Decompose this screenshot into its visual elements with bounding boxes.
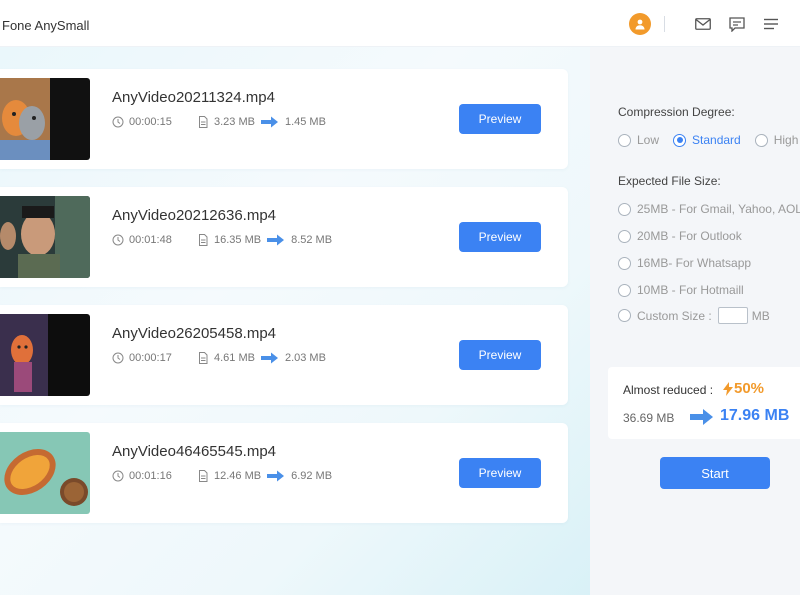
video-list: AnyVideo20211324.mp4 00:00:15 3.23 MB 1.… bbox=[0, 47, 590, 595]
bottom-edge bbox=[0, 595, 800, 600]
start-button[interactable]: Start bbox=[660, 457, 770, 489]
video-item: AnyVideo46465545.mp4 00:01:16 12.46 MB 6… bbox=[0, 423, 568, 523]
title-bar: Fone AnySmall bbox=[0, 0, 800, 47]
file-meta: 00:01:48 16.35 MB 8.52 MB bbox=[112, 234, 332, 246]
size-option[interactable]: 16MB- For Whatsapp bbox=[618, 256, 751, 270]
compressed-size: 6.92 MB bbox=[291, 470, 333, 482]
video-item: AnyVideo26205458.mp4 00:00:17 4.61 MB 2.… bbox=[0, 305, 568, 405]
clock-icon bbox=[112, 234, 124, 246]
reduced-percent: 50% bbox=[723, 380, 764, 397]
file-icon bbox=[197, 352, 209, 364]
preview-button[interactable]: Preview bbox=[459, 222, 541, 252]
file-icon bbox=[197, 116, 209, 128]
preview-button[interactable]: Preview bbox=[459, 104, 541, 134]
duration: 00:01:16 bbox=[129, 470, 172, 482]
file-name: AnyVideo20211324.mp4 bbox=[112, 89, 275, 106]
original-size: 4.61 MB bbox=[214, 352, 255, 364]
original-size: 3.23 MB bbox=[214, 116, 255, 128]
radio-icon bbox=[618, 256, 631, 270]
radio-checked-icon bbox=[673, 133, 687, 147]
radio-icon bbox=[618, 229, 631, 243]
file-meta: 00:00:15 3.23 MB 1.45 MB bbox=[112, 116, 326, 128]
clock-icon bbox=[112, 470, 124, 482]
clock-icon bbox=[112, 352, 124, 364]
avatar-icon[interactable] bbox=[629, 13, 651, 35]
radio-icon bbox=[618, 202, 631, 216]
file-meta: 00:00:17 4.61 MB 2.03 MB bbox=[112, 352, 326, 364]
expected-size-label: Expected File Size: bbox=[618, 174, 721, 188]
arrow-right-icon bbox=[260, 352, 279, 364]
video-item: AnyVideo20211324.mp4 00:00:15 3.23 MB 1.… bbox=[0, 69, 568, 169]
file-name: AnyVideo20212636.mp4 bbox=[112, 207, 277, 224]
degree-option-high[interactable]: High bbox=[754, 133, 798, 147]
size-option[interactable]: 20MB - For Outlook bbox=[618, 229, 742, 243]
file-meta: 00:01:16 12.46 MB 6.92 MB bbox=[112, 470, 332, 482]
preview-button[interactable]: Preview bbox=[459, 458, 541, 488]
duration: 00:00:15 bbox=[129, 116, 172, 128]
arrow-right-icon bbox=[267, 470, 285, 482]
original-size: 12.46 MB bbox=[214, 470, 262, 482]
video-thumbnail[interactable] bbox=[0, 78, 90, 160]
preview-button[interactable]: Preview bbox=[459, 340, 541, 370]
video-thumbnail[interactable] bbox=[0, 432, 90, 514]
compressed-size: 1.45 MB bbox=[284, 116, 326, 128]
video-thumbnail[interactable] bbox=[0, 314, 90, 396]
reduction-summary: Almost reduced : 50% 36.69 MB 17.96 MB bbox=[608, 367, 800, 439]
arrow-right-icon bbox=[267, 234, 285, 246]
arrow-right-icon bbox=[260, 116, 279, 128]
degree-option-low[interactable]: Low bbox=[618, 133, 659, 147]
app-title: Fone AnySmall bbox=[2, 18, 90, 33]
file-name: AnyVideo46465545.mp4 bbox=[112, 443, 277, 460]
feedback-icon[interactable] bbox=[728, 15, 746, 33]
lightning-icon bbox=[723, 381, 733, 396]
arrow-right-icon bbox=[690, 408, 714, 431]
custom-size-option[interactable]: Custom Size : MB bbox=[618, 307, 770, 324]
radio-icon bbox=[618, 309, 631, 322]
reduced-label: Almost reduced : bbox=[623, 383, 714, 397]
clock-icon bbox=[112, 116, 124, 128]
compressed-size: 8.52 MB bbox=[291, 234, 333, 246]
file-icon bbox=[197, 470, 209, 482]
file-name: AnyVideo26205458.mp4 bbox=[112, 325, 277, 342]
degree-option-standard[interactable]: Standard bbox=[673, 133, 741, 147]
size-option[interactable]: 10MB - For Hotmaill bbox=[618, 283, 744, 297]
compressed-size: 2.03 MB bbox=[284, 352, 326, 364]
radio-icon bbox=[618, 283, 631, 297]
total-original-size: 36.69 MB bbox=[623, 411, 675, 425]
divider bbox=[664, 16, 665, 32]
radio-icon bbox=[754, 133, 768, 147]
video-item: AnyVideo20212636.mp4 00:01:48 16.35 MB 8… bbox=[0, 187, 568, 287]
header-actions bbox=[629, 12, 780, 36]
menu-icon[interactable] bbox=[762, 15, 780, 33]
video-thumbnail[interactable] bbox=[0, 196, 90, 278]
compression-degree-label: Compression Degree: bbox=[618, 105, 735, 119]
file-icon bbox=[197, 234, 209, 246]
duration: 00:01:48 bbox=[129, 234, 172, 246]
mail-icon[interactable] bbox=[694, 15, 712, 33]
custom-size-input[interactable] bbox=[717, 307, 748, 324]
size-option[interactable]: 25MB - For Gmail, Yahoo, AOL bbox=[618, 202, 800, 216]
compression-degree-options: Low Standard High bbox=[618, 133, 800, 147]
total-compressed-size: 17.96 MB bbox=[720, 407, 790, 424]
settings-panel: Compression Degree: Low Standard High Ex… bbox=[590, 47, 800, 595]
radio-icon bbox=[618, 133, 631, 147]
original-size: 16.35 MB bbox=[214, 234, 262, 246]
duration: 00:00:17 bbox=[129, 352, 172, 364]
